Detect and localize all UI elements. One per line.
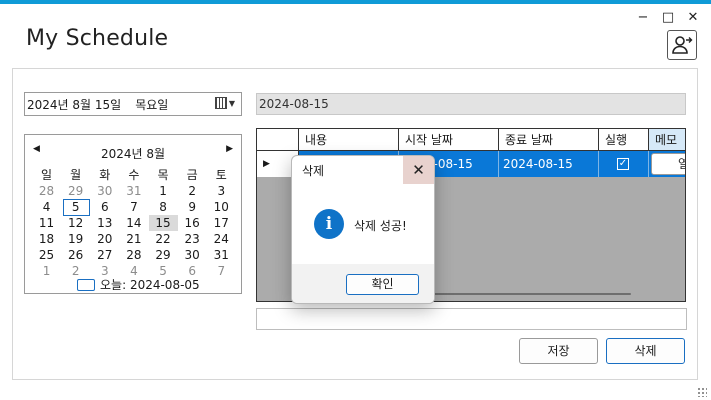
calendar-day[interactable]: 6 <box>90 199 119 215</box>
calendar-day[interactable]: 3 <box>207 183 236 199</box>
calendar-day[interactable]: 4 <box>32 199 61 215</box>
maximize-button[interactable]: □ <box>658 8 678 26</box>
weekday-label: 수 <box>128 168 140 182</box>
calendar-day[interactable]: 9 <box>178 199 207 215</box>
column-header-memo[interactable]: 메모 <box>649 129 685 151</box>
today-marker-icon <box>77 278 95 291</box>
date-picker-value: 2024년 8월 15일 <box>27 97 122 112</box>
calendar-week: 28 29 30 31 1 2 3 <box>32 183 236 199</box>
calendar-grid: 일 월 화 수 목 금 토 28 29 30 31 1 2 3 4 5 6 7 … <box>32 167 236 279</box>
minimize-icon: − <box>637 9 649 25</box>
dialog-footer: 확인 <box>292 264 434 303</box>
calendar-day[interactable]: 12 <box>61 215 90 231</box>
page-title: My Schedule <box>26 26 169 51</box>
calendar-day[interactable]: 18 <box>32 231 61 247</box>
close-icon: ✕ <box>412 161 425 179</box>
calendar-day[interactable]: 28 <box>119 247 148 263</box>
info-icon: i <box>314 209 344 239</box>
weekday-label: 화 <box>99 168 111 182</box>
message-dialog: 삭제 ✕ i 삭제 성공! 확인 <box>291 155 435 304</box>
dialog-body: i 삭제 성공! <box>292 184 434 264</box>
date-picker[interactable]: 2024년 8월 15일 목요일 ▼ <box>24 92 242 116</box>
calendar-day[interactable]: 21 <box>119 231 148 247</box>
calendar-month-title[interactable]: 2024년 8월 <box>101 147 165 161</box>
dialog-close-button[interactable]: ✕ <box>403 156 434 184</box>
column-header-done[interactable]: 실행 <box>599 129 649 151</box>
chevron-down-icon: ▼ <box>228 98 235 108</box>
calendar-day[interactable]: 24 <box>207 231 236 247</box>
calendar-day[interactable]: 25 <box>32 247 61 263</box>
calendar-day[interactable]: 2 <box>178 183 207 199</box>
calendar-day[interactable]: 30 <box>90 183 119 199</box>
calendar-day[interactable]: 28 <box>32 183 61 199</box>
calendar-day[interactable]: 29 <box>149 247 178 263</box>
calendar-day[interactable]: 27 <box>90 247 119 263</box>
weekday-label: 월 <box>70 168 82 182</box>
calendar-week: 4 5 6 7 8 9 10 <box>32 199 236 216</box>
done-checkbox[interactable]: ✓ <box>617 158 629 170</box>
calendar-day[interactable]: 1 <box>149 183 178 199</box>
selected-date-field[interactable]: 2024-08-15 <box>256 93 686 115</box>
column-header-end[interactable]: 종료 날짜 <box>499 129 599 151</box>
calendar-day[interactable]: 26 <box>61 247 90 263</box>
close-window-button[interactable]: ✕ <box>683 8 703 26</box>
calendar-day-selected[interactable]: 15 <box>148 215 178 231</box>
calendar-week: 25 26 27 28 29 30 31 <box>32 247 236 263</box>
calendar-icon <box>214 97 227 109</box>
calendar-day[interactable]: 29 <box>61 183 90 199</box>
calendar-day[interactable]: 10 <box>207 199 236 215</box>
calendar-day[interactable]: 11 <box>32 215 61 231</box>
memo-input[interactable] <box>256 308 687 330</box>
weekday-label: 목 <box>157 168 169 182</box>
save-button[interactable]: 저장 <box>519 338 598 364</box>
weekday-row: 일 월 화 수 목 금 토 <box>32 167 236 183</box>
weekday-label: 토 <box>215 168 227 182</box>
row-pointer-icon: ▶ <box>263 159 270 169</box>
month-calendar[interactable]: ◀ 2024년 8월 ▶ 일 월 화 수 목 금 토 28 29 30 31 1… <box>24 134 242 294</box>
row-header-corner <box>257 129 299 151</box>
memo-open-button[interactable]: 열 <box>651 153 685 175</box>
calendar-header: ◀ 2024년 8월 ▶ <box>25 144 241 161</box>
calendar-week: 11 12 13 14 15 16 17 <box>32 215 236 231</box>
calendar-day[interactable]: 20 <box>90 231 119 247</box>
calendar-day[interactable]: 17 <box>207 215 236 231</box>
delete-button[interactable]: 삭제 <box>606 338 685 364</box>
calendar-day[interactable]: 23 <box>178 231 207 247</box>
maximize-icon: □ <box>661 9 675 25</box>
calendar-day[interactable]: 7 <box>119 199 148 215</box>
calendar-week: 18 19 20 21 22 23 24 <box>32 231 236 247</box>
calendar-day[interactable]: 1 <box>32 263 61 279</box>
calendar-day[interactable]: 22 <box>149 231 178 247</box>
ok-button[interactable]: 확인 <box>346 274 419 295</box>
cell-end-date[interactable]: 2024-08-15 <box>499 151 599 177</box>
column-header-start[interactable]: 시작 날짜 <box>399 129 499 151</box>
calendar-day[interactable]: 19 <box>61 231 90 247</box>
calendar-day[interactable]: 16 <box>178 215 207 231</box>
calendar-day[interactable]: 30 <box>178 247 207 263</box>
today-link[interactable]: 오늘: 2024-08-05 <box>77 276 200 293</box>
calendar-day-today[interactable]: 5 <box>61 199 91 216</box>
weekday-label: 금 <box>186 168 198 182</box>
resize-grip-icon[interactable] <box>697 387 707 397</box>
column-header-content[interactable]: 내용 <box>299 129 399 151</box>
calendar-day[interactable]: 7 <box>207 263 236 279</box>
calendar-day[interactable]: 8 <box>149 199 178 215</box>
calendar-day[interactable]: 31 <box>207 247 236 263</box>
next-month-button[interactable]: ▶ <box>226 144 233 154</box>
user-add-icon <box>672 36 693 54</box>
close-icon: ✕ <box>687 9 699 25</box>
dialog-message: 삭제 성공! <box>354 219 407 233</box>
today-label: 오늘: 2024-08-05 <box>100 278 200 292</box>
date-picker-weekday: 목요일 <box>135 97 169 112</box>
calendar-day[interactable]: 13 <box>90 215 119 231</box>
calendar-dropdown-button[interactable]: ▼ <box>214 97 235 109</box>
prev-month-button[interactable]: ◀ <box>33 144 40 154</box>
app-window: − □ ✕ My Schedule 2024년 8월 15일 목요일 ▼ 202… <box>0 0 711 400</box>
minimize-button[interactable]: − <box>633 8 653 26</box>
weekday-label: 일 <box>41 168 53 182</box>
calendar-day[interactable]: 14 <box>119 215 148 231</box>
calendar-day[interactable]: 31 <box>119 183 148 199</box>
dialog-title: 삭제 <box>302 164 325 178</box>
add-user-button[interactable] <box>667 30 697 60</box>
